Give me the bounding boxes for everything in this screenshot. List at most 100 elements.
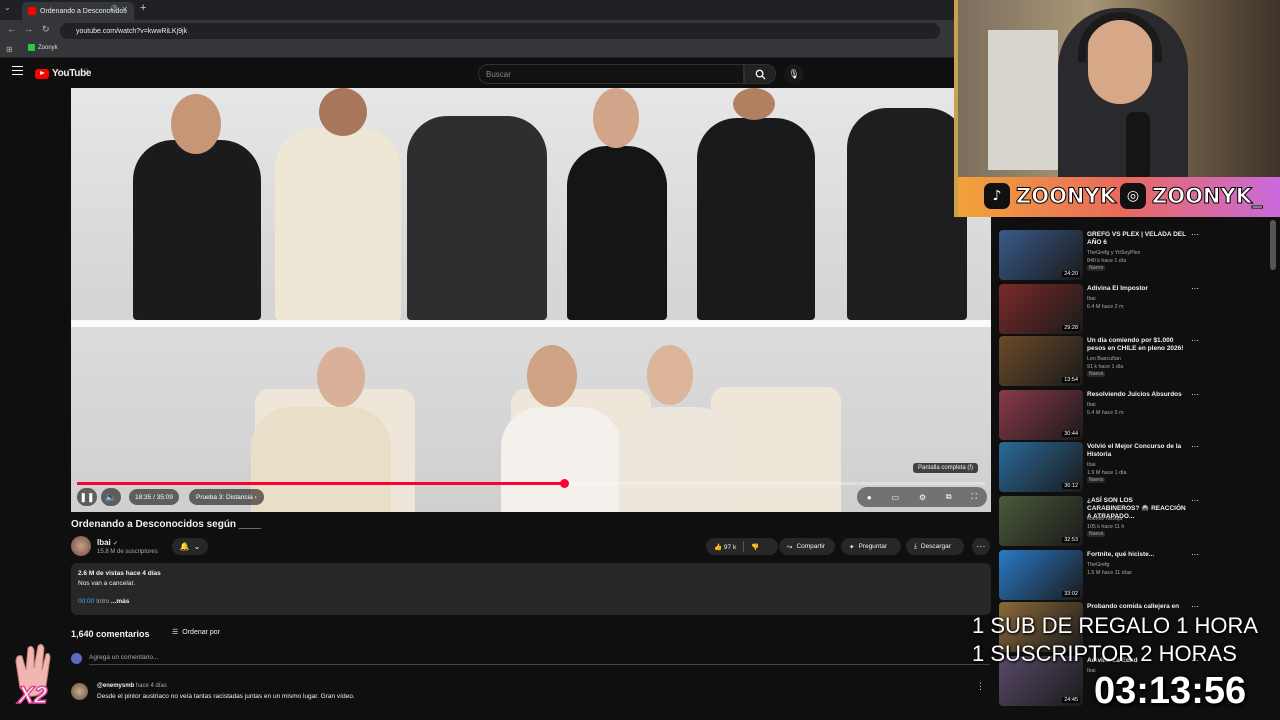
more-options-icon[interactable]: ⋯ [1191,390,1199,399]
autoplay-toggle-icon[interactable]: ● [867,493,872,502]
voice-search-button[interactable]: 🎙 [784,64,804,84]
new-tab-button[interactable]: + [140,2,146,14]
bookmark-zoonyk[interactable]: Zoonyk [28,44,58,51]
video-player[interactable]: Pantalla completa (f) ❚❚ 🔈 18:35 / 35:09… [71,88,991,512]
sidebar-scrollbar[interactable] [1270,220,1276,270]
description-box[interactable]: 2.6 M de vistas hace 4 días Nos van a ca… [71,563,991,615]
microphone-icon: 🎙 [788,68,800,79]
recommended-video[interactable]: 13:54 Un día comiendo por $1.000 pesos en… [999,336,1199,390]
recommended-video[interactable]: 29:28 Adivina El Impostor Ibai 6.4 M hace 2… [999,284,1199,338]
speaker-icon[interactable]: 🔊 [109,5,118,13]
channel-avatar[interactable] [71,536,91,556]
sort-comments-button[interactable]: ☰ Ordenar por [172,628,220,637]
recommended-video[interactable]: 36:12 Volvió el Mejor Concurso de la Hist… [999,442,1199,496]
chapter-button[interactable]: Prueba 3: Distancia › [189,489,264,505]
video-thumbnail[interactable]: 29:28 [999,284,1083,334]
settings-gear-icon[interactable]: ⚙ [919,493,926,502]
recommended-meta: 840 k hace 1 día [1087,258,1127,264]
add-comment-input[interactable]: Agrega un comentario... [89,654,989,665]
recommended-video-title[interactable]: Adivina El Impostor [1087,285,1187,293]
recommended-channel-name[interactable]: TheGrefg y YoSoyPlex [1087,249,1140,257]
bookmarks-bar [0,42,960,58]
forward-icon[interactable]: → [24,24,33,34]
recommended-channel-name[interactable]: Ibai [1087,401,1096,409]
channel-name[interactable]: Ibai ✓ [97,538,118,547]
apps-grid-icon[interactable]: ⊞ [6,45,13,54]
more-options-icon[interactable]: ⋯ [1191,442,1199,451]
recommended-channel-name[interactable]: TheGrefg [1087,561,1109,569]
ask-button[interactable]: ✦ Preguntar [841,538,901,555]
comment-text: Desde el pintor austriaco no veía tantas… [97,693,355,700]
share-label: Compartir [796,543,825,550]
reload-icon[interactable]: ↻ [42,24,50,35]
like-button[interactable]: 👍 97 k [714,543,736,551]
hamburger-menu-icon[interactable] [12,66,23,75]
webcam-fridge [988,30,1058,170]
bookmark-label: Zoonyk [38,44,58,51]
comment-username[interactable]: @enemysmb [97,683,134,689]
recommended-video[interactable]: 30:44 Resolviendo Juicios Absurdos Ibai 5.4… [999,390,1199,444]
person-6 [847,108,967,320]
tiktok-handle-text: ZOONYK [1016,184,1117,209]
show-more-link[interactable]: ...más [111,598,129,605]
address-bar[interactable]: youtube.com/watch?v=kwwRiLKj9jk [60,23,940,39]
browser-tab[interactable]: Ordenando a Desconocidos 🔊 ✕ [22,2,134,20]
recommended-meta: 91 k hace 1 día [1087,364,1124,370]
recommended-video[interactable]: 24:20 GREFG VS PLEX | VELADA DEL AÑO 6 The… [999,230,1199,284]
search-button[interactable] [744,64,776,84]
more-options-icon[interactable]: ⋯ [1191,284,1199,293]
video-thumbnail[interactable]: 13:54 [999,336,1083,386]
recommended-video-title[interactable]: GREFG VS PLEX | VELADA DEL AÑO 6 [1087,231,1187,247]
volume-button[interactable]: 🔈 [101,488,121,506]
fullscreen-icon[interactable]: ⛶ [971,492,977,502]
download-button[interactable]: ⤓ Descargar [906,538,964,555]
recommended-video-title[interactable]: Un día comiendo por $1.000 pesos en CHIL… [1087,337,1187,353]
chevron-right-icon: › [254,493,257,501]
person-1 [133,140,261,320]
subtitles-icon[interactable]: ▭ [892,493,900,502]
new-badge: Nuevo [1087,477,1106,483]
search-input[interactable]: Buscar [478,64,744,84]
youtube-favicon-icon [28,7,36,15]
recommended-video-title[interactable]: Volvió el Mejor Concurso de la Historia [1087,443,1187,459]
chapter-label: Intro [96,598,110,605]
sparkle-icon: ✦ [849,543,855,551]
recommended-video-title[interactable]: Fortnite, qué hiciste... [1087,551,1187,559]
video-thumbnail[interactable]: 36:12 [999,442,1083,492]
more-options-icon[interactable]: ⋯ [1191,602,1199,611]
back-icon[interactable]: ← [7,24,16,34]
sort-icon: ☰ [172,629,179,636]
recommended-channel-name[interactable]: Markito Navaja [1087,515,1122,523]
share-button[interactable]: ↪ Compartir [779,538,835,555]
more-actions-button[interactable]: ⋯ [972,538,990,555]
video-thumbnail[interactable]: 24:20 [999,230,1083,280]
dislike-button[interactable]: 👎 [751,543,759,551]
video-thumbnail[interactable]: 33:02 [999,550,1083,600]
more-options-icon[interactable]: ⋯ [1191,550,1199,559]
commenter-avatar[interactable] [71,683,88,700]
miniplayer-icon[interactable]: ⧉ [946,492,952,502]
progress-bar[interactable] [77,479,985,488]
notifications-bell-button[interactable]: 🔔 ⌄ [172,538,208,555]
recommended-channel-name[interactable]: Ibai [1087,461,1096,469]
recommended-video-title[interactable]: Resolviendo Juicios Absurdos [1087,391,1187,399]
youtube-logo[interactable]: YouTube [35,68,92,79]
recommended-video[interactable]: 32:53 ¿ASÍ SON LOS CARABINEROS? 🚔 REACCIÓ… [999,496,1199,550]
tab-list-chevron-icon[interactable]: ⌄ [4,3,11,12]
pause-button[interactable]: ❚❚ [77,488,97,506]
more-options-icon[interactable]: ⋯ [1191,336,1199,345]
recommended-channel-name[interactable]: Leo Bascuñan [1087,355,1121,363]
recommended-video-title[interactable]: Probando comida callejera en [1087,603,1187,611]
chapter-timestamp-link[interactable]: 00:00 [78,598,94,605]
comment-more-icon[interactable]: ⋮ [976,681,985,692]
seated-person-1 [251,407,391,512]
video-thumbnail[interactable]: 32:53 [999,496,1083,546]
recommended-video[interactable]: 33:02 Fortnite, qué hiciste... TheGrefg 1.5… [999,550,1199,604]
video-duration: 32:53 [1062,537,1080,543]
video-thumbnail[interactable]: 30:44 [999,390,1083,440]
video-duration: 30:44 [1062,431,1080,437]
recommended-channel-name[interactable]: Ibai [1087,295,1096,303]
close-tab-icon[interactable]: ✕ [121,5,128,14]
more-options-icon[interactable]: ⋯ [1191,496,1199,505]
more-options-icon[interactable]: ⋯ [1191,230,1199,239]
